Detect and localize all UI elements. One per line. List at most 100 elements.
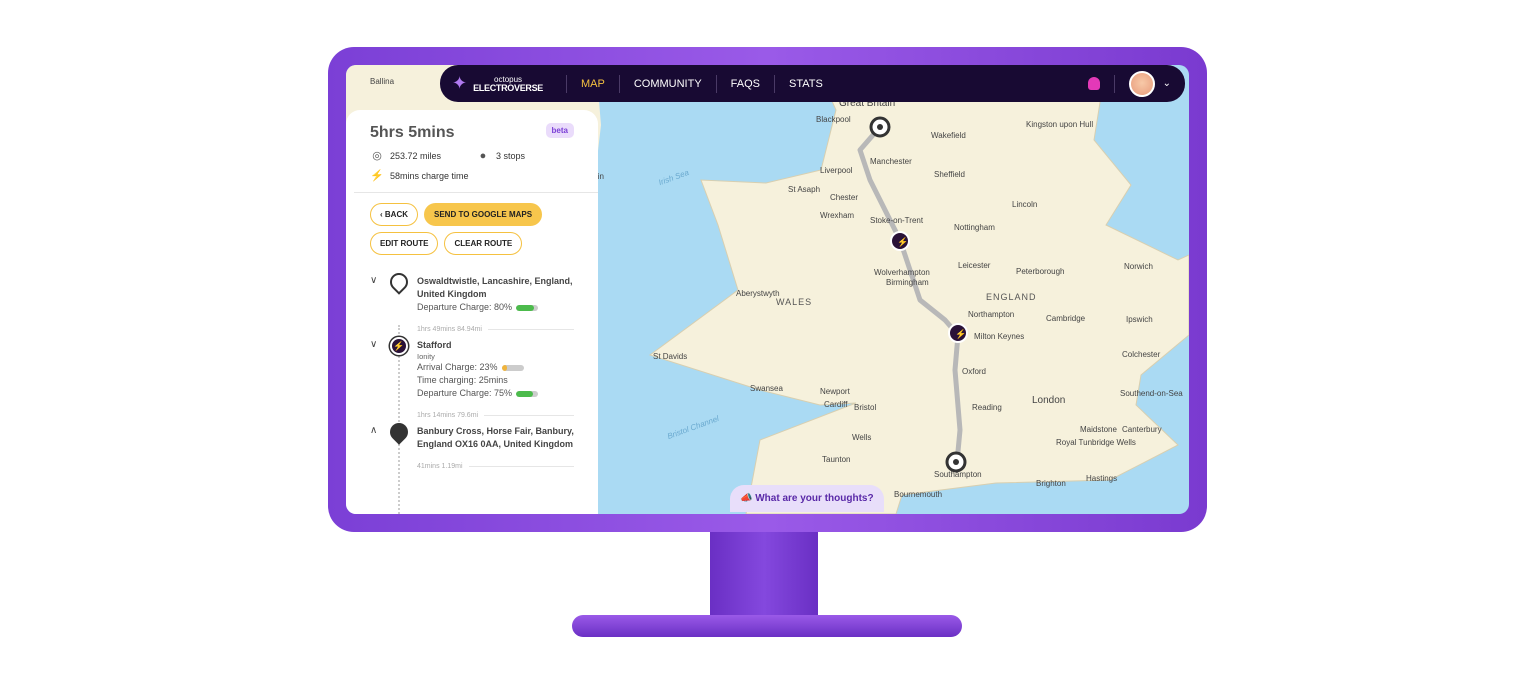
stop-name: Oswaldtwistle, Lancashire, England, Unit… — [417, 276, 573, 299]
nav-community[interactable]: COMMUNITY — [634, 78, 702, 90]
map-label: Southampton — [934, 470, 982, 479]
send-to-google-maps-button[interactable]: SEND TO GOOGLE MAPS — [424, 203, 543, 226]
map-label: Maidstone — [1080, 425, 1117, 434]
map-label: Wells — [852, 433, 872, 442]
monitor-base — [572, 615, 962, 637]
map-pin-start[interactable] — [869, 116, 891, 138]
map-label: Bournemouth — [894, 490, 943, 499]
map-label: Liverpool — [820, 166, 853, 175]
map-label: Wrexham — [820, 211, 855, 220]
map-label: Peterborough — [1016, 267, 1065, 276]
charger-icon: ⚡ — [390, 337, 408, 355]
nav-stats[interactable]: STATS — [789, 78, 823, 90]
map-label: Bristol — [854, 403, 877, 412]
map-label: Norwich — [1124, 262, 1153, 271]
route-panel: 5hrs 5mins beta ◎ 253.72 miles ● 3 stops ⚡ 5… — [346, 110, 598, 514]
battery-indicator — [516, 304, 539, 311]
charge-network: Ionity — [417, 352, 435, 361]
location-pin-icon — [386, 419, 412, 445]
avatar[interactable] — [1128, 70, 1155, 97]
map-label: Chester — [830, 193, 859, 202]
map-label: London — [1032, 395, 1066, 406]
map-label: Newport — [820, 387, 850, 396]
clear-route-button[interactable]: CLEAR ROUTE — [444, 232, 523, 255]
stop-item: ∨ ⚡ Stafford Ionity Arrival Charge: 23% … — [370, 337, 574, 400]
map-label: Blackpool — [816, 115, 851, 124]
map-label: Southend-on-Sea — [1120, 389, 1183, 398]
map-label: Sheffield — [934, 170, 965, 179]
map-label: Hastings — [1086, 474, 1118, 483]
map-label: Manchester — [870, 157, 912, 166]
map-label: Colchester — [1122, 350, 1161, 359]
map-label: Royal Tunbridge Wells — [1056, 438, 1136, 447]
logo-text-bottom: ELECTROVERSE — [473, 82, 544, 93]
map-label: Nottingham — [954, 223, 995, 232]
map-charger-2[interactable]: ⚡ — [948, 323, 968, 343]
stop-item: ∧ Banbury Cross, Horse Fair, Banbury, En… — [370, 419, 574, 451]
map-label: Ballina — [370, 77, 395, 86]
map-label: Aberystwyth — [736, 289, 780, 298]
map-label: Northampton — [968, 310, 1015, 319]
battery-indicator — [501, 364, 524, 371]
feedback-button[interactable]: 📣 What are your thoughts? — [730, 485, 884, 512]
chevron-up-icon[interactable]: ∧ — [370, 425, 377, 436]
map-label: Canterbury — [1122, 425, 1162, 434]
pin-icon: ● — [479, 149, 487, 162]
nav-map[interactable]: MAP — [581, 78, 605, 90]
edit-route-button[interactable]: EDIT ROUTE — [370, 232, 439, 255]
map-label: Reading — [972, 403, 1002, 412]
departure-charge: Departure Charge: 80% — [417, 302, 513, 312]
chevron-down-icon[interactable]: ∨ — [370, 275, 377, 286]
stop-name: Stafford — [417, 340, 452, 350]
electroverse-logo[interactable]: ✦ octopus ELECTROVERSE — [452, 73, 552, 94]
leg-info: 41mins 1.19mi — [417, 463, 574, 470]
stop-item: ∨ Oswaldtwistle, Lancashire, England, Un… — [370, 269, 574, 314]
top-nav: ✦ octopus ELECTROVERSE MAP COMMUNITY FAQS… — [440, 65, 1185, 102]
map-label: Wakefield — [931, 131, 966, 140]
map-label: Taunton — [822, 455, 851, 464]
distance-icon: ◎ — [372, 150, 382, 162]
map-label: Cambridge — [1046, 314, 1086, 323]
leg-info: 1hrs 49mins 84.94mi — [417, 326, 574, 333]
map-label: St Davids — [653, 352, 688, 361]
map-label: Lincoln — [1012, 200, 1038, 209]
chevron-down-icon[interactable]: ⌄ — [1163, 78, 1171, 89]
octopus-icon[interactable] — [1087, 77, 1100, 90]
route-duration: 5hrs 5mins — [370, 124, 455, 141]
map-label: Stoke-on-Trent — [870, 216, 924, 225]
route-charge-time: 58mins charge time — [390, 170, 469, 181]
lightning-icon: ⚡ — [370, 170, 384, 182]
map-label: Ipswich — [1126, 315, 1153, 324]
svg-text:⚡: ⚡ — [955, 328, 966, 340]
leg-info: 1hrs 14mins 79.6mi — [417, 412, 574, 419]
map-charger-stafford[interactable]: ⚡ — [890, 231, 910, 251]
logo-icon: ✦ — [452, 73, 468, 93]
departure-charge: Departure Charge: 75% — [417, 388, 513, 398]
location-pin-icon — [386, 269, 412, 295]
map-label: Birmingham — [886, 278, 929, 287]
chevron-down-icon[interactable]: ∨ — [370, 339, 377, 350]
beta-badge: beta — [545, 123, 574, 138]
arrival-charge: Arrival Charge: 23% — [417, 362, 498, 372]
route-stops: 3 stops — [496, 150, 526, 161]
map-label: Kingston upon Hull — [1026, 120, 1094, 129]
map-label: Leicester — [958, 261, 991, 270]
map-label: Brighton — [1036, 479, 1066, 488]
stop-name: Banbury Cross, Horse Fair, Banbury, Engl… — [417, 426, 574, 449]
svg-text:⚡: ⚡ — [897, 236, 908, 248]
megaphone-icon: 📣 — [740, 493, 756, 504]
battery-indicator — [516, 390, 539, 397]
monitor-stand — [710, 532, 818, 617]
map-label: Cardiff — [824, 400, 848, 409]
map-label: Wolverhampton — [874, 268, 930, 277]
map-pin-end[interactable] — [945, 451, 967, 473]
charging-time: Time charging: 25mins — [417, 375, 508, 385]
nav-faqs[interactable]: FAQS — [731, 78, 760, 90]
map-label: Oxford — [962, 367, 987, 376]
map-label: WALES — [776, 297, 813, 307]
map-label: Milton Keynes — [974, 332, 1025, 341]
back-button[interactable]: ‹ BACK — [370, 203, 418, 226]
map-label: ENGLAND — [986, 292, 1037, 302]
screen: ⚡ ⚡ Great Britain Blackpool Manchester L… — [346, 65, 1189, 514]
map-label: St Asaph — [788, 185, 821, 194]
